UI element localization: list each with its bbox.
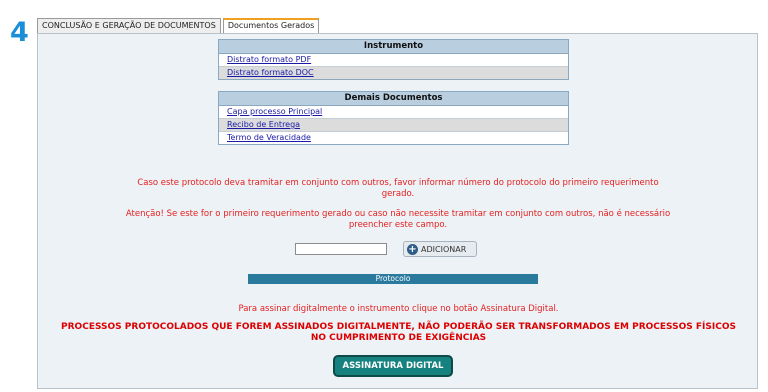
distrato-pdf-link[interactable]: Distrato formato PDF: [227, 55, 311, 64]
tab-bar: CONCLUSÃO E GERAÇÃO DE DOCUMENTOS Docume…: [37, 18, 321, 33]
plus-circle-icon: +: [407, 243, 418, 255]
table-row: Recibo de Entrega: [219, 119, 568, 132]
assinatura-digital-button[interactable]: ASSINATURA DIGITAL: [333, 355, 453, 377]
tab-documentos-gerados[interactable]: Documentos Gerados: [222, 18, 320, 33]
tramitar-message: Caso este protocolo deva tramitar em con…: [78, 178, 718, 200]
tramitar-line-2: gerado.: [381, 189, 415, 199]
instrumento-table: Instrumento Distrato formato PDF Distrat…: [218, 39, 569, 80]
atencao-line-1: Atenção! Se este for o primeiro requerim…: [125, 209, 671, 219]
instrumento-header: Instrumento: [219, 40, 568, 54]
add-button-label: ADICIONAR: [421, 244, 467, 254]
distrato-doc-link[interactable]: Distrato formato DOC: [227, 68, 314, 77]
step-number: 4: [10, 17, 29, 48]
digital-signature-warning: PROCESSOS PROTOCOLADOS QUE FOREM ASSINAD…: [38, 322, 759, 344]
warning-line-2: NO CUMPRIMENTO DE EXIGÊNCIAS: [310, 333, 487, 343]
demais-documentos-table: Demais Documentos Capa processo Principa…: [218, 91, 569, 145]
demais-documentos-header: Demais Documentos: [219, 92, 568, 106]
protocolo-bar: Protocolo: [248, 274, 538, 284]
tramitar-line-1: Caso este protocolo deva tramitar em con…: [137, 178, 659, 188]
atencao-message: Atenção! Se este for o primeiro requerim…: [78, 209, 718, 231]
warning-line-1: PROCESSOS PROTOCOLADOS QUE FOREM ASSINAD…: [61, 322, 736, 332]
table-row: Distrato formato PDF: [219, 54, 568, 67]
recibo-entrega-link[interactable]: Recibo de Entrega: [227, 120, 300, 129]
assinar-info: Para assinar digitalmente o instrumento …: [238, 304, 559, 314]
table-row: Termo de Veracidade: [219, 132, 568, 144]
table-row: Capa processo Principal: [219, 106, 568, 119]
table-row: Distrato formato DOC: [219, 67, 568, 79]
termo-veracidade-link[interactable]: Termo de Veracidade: [227, 133, 311, 142]
add-protocol-button[interactable]: + ADICIONAR: [403, 241, 477, 257]
documents-panel: Instrumento Distrato formato PDF Distrat…: [37, 33, 758, 389]
protocol-number-input[interactable]: [295, 243, 387, 255]
tab-conclusao[interactable]: CONCLUSÃO E GERAÇÃO DE DOCUMENTOS: [37, 18, 221, 33]
capa-processo-link[interactable]: Capa processo Principal: [227, 107, 322, 116]
atencao-line-2: preencher este campo.: [348, 220, 448, 230]
